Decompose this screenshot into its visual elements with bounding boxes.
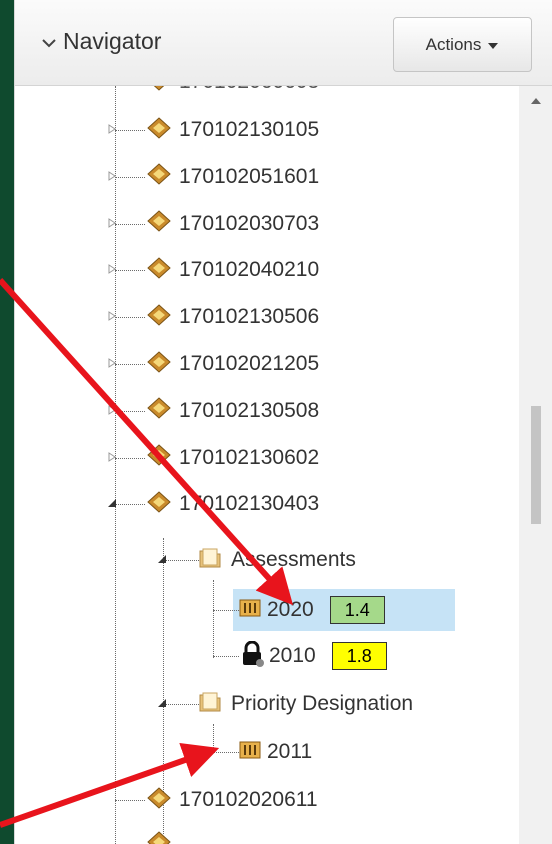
site-label: 170102130506	[179, 305, 320, 329]
site-label: 170102130403	[179, 492, 320, 516]
site-diamond-icon	[147, 786, 171, 814]
tree-node-site[interactable]: 170102130105	[108, 108, 320, 152]
site-diamond-icon	[147, 163, 171, 190]
tree-connector	[213, 610, 239, 611]
tree-node-site[interactable]: 170102051601	[108, 155, 320, 199]
scrollbar-thumb[interactable]	[531, 406, 541, 524]
caret-down-icon	[487, 35, 499, 55]
site-diamond-icon	[147, 491, 171, 518]
tree-node-partial[interactable]	[147, 822, 179, 844]
tree-connector	[115, 364, 145, 365]
tree-connector	[213, 656, 239, 657]
tree-connector	[115, 410, 145, 412]
expand-collapsed-icon[interactable]	[107, 121, 117, 139]
vertical-scrollbar[interactable]	[519, 86, 552, 844]
tree-node-site[interactable]: 170102021205	[108, 342, 320, 386]
score-badge: 1.8	[331, 642, 387, 670]
navigator-title: Navigator	[63, 28, 162, 54]
tree-connector	[115, 223, 145, 225]
site-label: 170102130602	[179, 445, 320, 469]
assessment-book-icon	[239, 740, 261, 765]
navigator-panel: Navigator Actions 170102060603 170102130…	[14, 0, 552, 844]
assessment-book-icon	[239, 598, 261, 623]
tree-connector	[115, 800, 145, 801]
expand-collapsed-icon[interactable]	[107, 449, 117, 467]
tree-connector	[115, 317, 145, 319]
site-label: 170102030703	[179, 211, 320, 235]
site-label: 170102130508	[179, 398, 320, 422]
assessment-year: 2020	[267, 598, 314, 621]
site-label: 170102040210	[179, 258, 320, 282]
tree-node-site[interactable]: 170102020611	[147, 778, 318, 822]
site-label: 170102051601	[179, 164, 320, 188]
expand-collapsed-icon[interactable]	[107, 261, 117, 279]
site-diamond-icon	[147, 116, 171, 144]
expand-open-icon[interactable]	[157, 551, 167, 569]
tree-node-site[interactable]: 170102030703	[108, 202, 320, 246]
folder-icon	[197, 546, 223, 575]
tree-node-assessments[interactable]: Assessments	[157, 538, 356, 582]
tree-node-priority-item[interactable]: 2011	[239, 730, 312, 774]
navigator-toggle[interactable]: Navigator	[41, 28, 161, 55]
chevron-down-icon	[41, 28, 57, 55]
expand-collapsed-icon[interactable]	[107, 168, 117, 186]
actions-button[interactable]: Actions	[393, 17, 532, 72]
site-label: 170102021205	[179, 352, 320, 375]
site-diamond-icon	[147, 444, 171, 471]
site-label: 170102130105	[179, 118, 320, 141]
expand-open-icon[interactable]	[107, 495, 117, 513]
site-label: 170102020611	[179, 788, 318, 811]
site-diamond-icon	[147, 350, 171, 378]
tree-node-assessment[interactable]: 2020 1.4	[239, 588, 385, 632]
tree-connector	[115, 457, 145, 459]
tree-node-assessment[interactable]: 2010 1.8	[239, 634, 387, 678]
site-diamond-icon	[147, 397, 171, 424]
tree-node-priority[interactable]: Priority Designation	[157, 682, 413, 726]
site-diamond-icon	[147, 830, 171, 844]
site-diamond-icon	[147, 86, 171, 96]
tree-node-site[interactable]: 170102040210	[108, 248, 320, 292]
tree-connector	[115, 504, 145, 506]
tree-connector	[213, 752, 239, 753]
tree-connector	[213, 724, 214, 752]
tree-connector	[115, 130, 145, 131]
expand-collapsed-icon[interactable]	[107, 308, 117, 326]
tree-connector	[115, 270, 145, 272]
tree-connector	[213, 580, 214, 658]
scroll-up-arrow-icon[interactable]	[530, 92, 542, 110]
expand-open-icon[interactable]	[157, 695, 167, 713]
priority-year: 2011	[267, 740, 313, 763]
tree-node-site[interactable]: 170102130602	[108, 436, 320, 480]
site-diamond-icon	[147, 304, 171, 331]
tree-node-partial[interactable]: 170102060603	[147, 86, 319, 104]
folder-label: Priority Designation	[231, 692, 414, 715]
folder-label: Assessments	[231, 548, 356, 571]
navigator-header: Navigator Actions	[15, 0, 552, 86]
lock-icon	[239, 640, 265, 672]
tree-node-site[interactable]: 170102130508	[108, 389, 320, 433]
expand-collapsed-icon[interactable]	[107, 355, 117, 373]
tree-node-site[interactable]: 170102130403	[108, 482, 320, 526]
site-diamond-icon	[147, 257, 171, 284]
folder-icon	[197, 690, 223, 719]
actions-label: Actions	[425, 34, 482, 54]
site-diamond-icon	[147, 210, 171, 237]
assessment-year: 2010	[269, 644, 316, 667]
score-badge: 1.4	[329, 596, 385, 624]
tree-connector	[115, 176, 145, 178]
expand-collapsed-icon[interactable]	[107, 402, 117, 420]
expand-collapsed-icon[interactable]	[107, 215, 117, 233]
tree-node-site[interactable]: 170102130506	[108, 295, 320, 339]
